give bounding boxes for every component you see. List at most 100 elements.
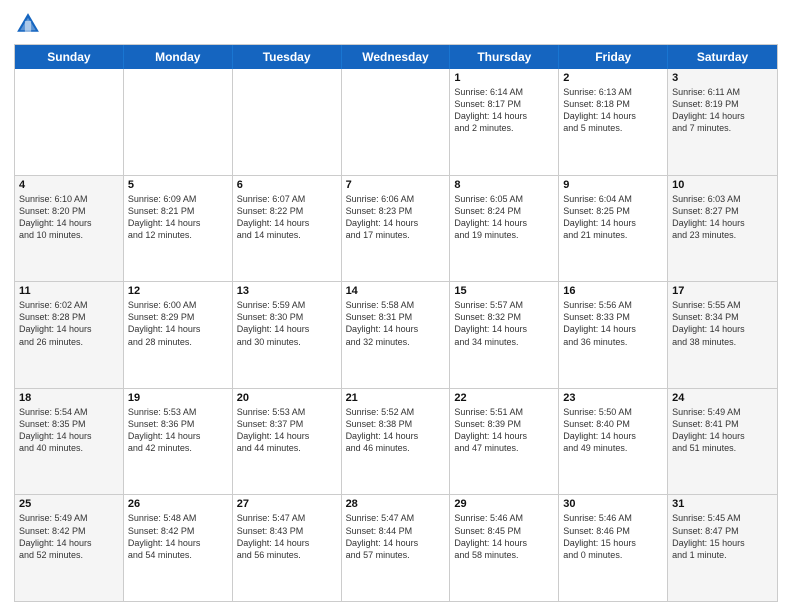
page: SundayMondayTuesdayWednesdayThursdayFrid… <box>0 0 792 612</box>
day-cell-19: 19 Sunrise: 5:53 AM Sunset: 8:36 PM Dayli… <box>124 389 233 495</box>
day-info: Sunrise: 5:57 AM Sunset: 8:32 PM Dayligh… <box>454 299 554 348</box>
day-cell-23: 23 Sunrise: 5:50 AM Sunset: 8:40 PM Dayli… <box>559 389 668 495</box>
day-cell-26: 26Sunrise: 5:48 AM Sunset: 8:42 PM Dayli… <box>124 495 233 601</box>
day-cell-6: 6 Sunrise: 6:07 AM Sunset: 8:22 PM Daylig… <box>233 176 342 282</box>
day-info: Sunrise: 6:02 AM Sunset: 8:28 PM Dayligh… <box>19 299 119 348</box>
day-info: Sunrise: 5:45 AM Sunset: 8:47 PM Dayligh… <box>672 512 773 561</box>
calendar-header: SundayMondayTuesdayWednesdayThursdayFrid… <box>15 45 777 69</box>
day-cell-5: 5 Sunrise: 6:09 AM Sunset: 8:21 PM Daylig… <box>124 176 233 282</box>
day-cell-16: 16 Sunrise: 5:56 AM Sunset: 8:33 PM Dayli… <box>559 282 668 388</box>
day-info: Sunrise: 5:54 AM Sunset: 8:35 PM Dayligh… <box>19 406 119 455</box>
day-cell-12: 12 Sunrise: 6:00 AM Sunset: 8:29 PM Dayli… <box>124 282 233 388</box>
day-cell-21: 21 Sunrise: 5:52 AM Sunset: 8:38 PM Dayli… <box>342 389 451 495</box>
day-cell-7: 7 Sunrise: 6:06 AM Sunset: 8:23 PM Daylig… <box>342 176 451 282</box>
day-info: Sunrise: 5:49 AM Sunset: 8:41 PM Dayligh… <box>672 406 773 455</box>
day-info: Sunrise: 6:10 AM Sunset: 8:20 PM Dayligh… <box>19 193 119 242</box>
day-cell-10: 10 Sunrise: 6:03 AM Sunset: 8:27 PM Dayli… <box>668 176 777 282</box>
day-info: Sunrise: 5:49 AM Sunset: 8:42 PM Dayligh… <box>19 512 119 561</box>
day-number: 12 <box>128 285 228 297</box>
day-number: 20 <box>237 392 337 404</box>
day-info: Sunrise: 6:05 AM Sunset: 8:24 PM Dayligh… <box>454 193 554 242</box>
day-info: Sunrise: 5:47 AM Sunset: 8:44 PM Dayligh… <box>346 512 446 561</box>
day-info: Sunrise: 5:59 AM Sunset: 8:30 PM Dayligh… <box>237 299 337 348</box>
day-info: Sunrise: 6:00 AM Sunset: 8:29 PM Dayligh… <box>128 299 228 348</box>
day-info: Sunrise: 6:04 AM Sunset: 8:25 PM Dayligh… <box>563 193 663 242</box>
logo-icon <box>14 10 42 38</box>
header-cell-thursday: Thursday <box>450 45 559 69</box>
day-cell-4: 4 Sunrise: 6:10 AM Sunset: 8:20 PM Daylig… <box>15 176 124 282</box>
day-number: 22 <box>454 392 554 404</box>
day-cell-20: 20Sunrise: 5:53 AM Sunset: 8:37 PM Dayli… <box>233 389 342 495</box>
header-cell-monday: Monday <box>124 45 233 69</box>
calendar-row-2: 4 Sunrise: 6:10 AM Sunset: 8:20 PM Daylig… <box>15 176 777 283</box>
day-number: 17 <box>672 285 773 297</box>
day-number: 1 <box>454 72 554 84</box>
day-info: Sunrise: 5:56 AM Sunset: 8:33 PM Dayligh… <box>563 299 663 348</box>
day-cell-empty <box>124 69 233 175</box>
calendar: SundayMondayTuesdayWednesdayThursdayFrid… <box>14 44 778 602</box>
day-cell-13: 13 Sunrise: 5:59 AM Sunset: 8:30 PM Dayli… <box>233 282 342 388</box>
day-number: 16 <box>563 285 663 297</box>
day-number: 6 <box>237 179 337 191</box>
day-number: 23 <box>563 392 663 404</box>
day-info: Sunrise: 5:47 AM Sunset: 8:43 PM Dayligh… <box>237 512 337 561</box>
day-cell-17: 17 Sunrise: 5:55 AM Sunset: 8:34 PM Dayli… <box>668 282 777 388</box>
day-info: Sunrise: 5:53 AM Sunset: 8:36 PM Dayligh… <box>128 406 228 455</box>
day-cell-empty <box>15 69 124 175</box>
day-info: Sunrise: 5:55 AM Sunset: 8:34 PM Dayligh… <box>672 299 773 348</box>
day-cell-25: 25 Sunrise: 5:49 AM Sunset: 8:42 PM Dayli… <box>15 495 124 601</box>
day-info: Sunrise: 5:46 AM Sunset: 8:46 PM Dayligh… <box>563 512 663 561</box>
day-cell-30: 30 Sunrise: 5:46 AM Sunset: 8:46 PM Dayli… <box>559 495 668 601</box>
day-number: 29 <box>454 498 554 510</box>
day-info: Sunrise: 5:50 AM Sunset: 8:40 PM Dayligh… <box>563 406 663 455</box>
day-number: 13 <box>237 285 337 297</box>
day-number: 3 <box>672 72 773 84</box>
day-info: Sunrise: 6:06 AM Sunset: 8:23 PM Dayligh… <box>346 193 446 242</box>
day-number: 19 <box>128 392 228 404</box>
day-number: 30 <box>563 498 663 510</box>
day-number: 2 <box>563 72 663 84</box>
day-cell-22: 22 Sunrise: 5:51 AM Sunset: 8:39 PM Dayli… <box>450 389 559 495</box>
day-number: 25 <box>19 498 119 510</box>
day-cell-9: 9 Sunrise: 6:04 AM Sunset: 8:25 PM Daylig… <box>559 176 668 282</box>
calendar-body: 1 Sunrise: 6:14 AM Sunset: 8:17 PM Daylig… <box>15 69 777 601</box>
day-number: 21 <box>346 392 446 404</box>
day-cell-18: 18 Sunrise: 5:54 AM Sunset: 8:35 PM Dayli… <box>15 389 124 495</box>
day-info: Sunrise: 6:14 AM Sunset: 8:17 PM Dayligh… <box>454 86 554 135</box>
day-cell-empty <box>342 69 451 175</box>
day-number: 15 <box>454 285 554 297</box>
day-info: Sunrise: 5:58 AM Sunset: 8:31 PM Dayligh… <box>346 299 446 348</box>
logo <box>14 10 46 38</box>
day-cell-14: 14 Sunrise: 5:58 AM Sunset: 8:31 PM Dayli… <box>342 282 451 388</box>
day-number: 10 <box>672 179 773 191</box>
day-number: 11 <box>19 285 119 297</box>
day-number: 7 <box>346 179 446 191</box>
calendar-row-4: 18 Sunrise: 5:54 AM Sunset: 8:35 PM Dayli… <box>15 389 777 496</box>
day-number: 24 <box>672 392 773 404</box>
day-number: 14 <box>346 285 446 297</box>
day-info: Sunrise: 6:09 AM Sunset: 8:21 PM Dayligh… <box>128 193 228 242</box>
header-cell-sunday: Sunday <box>15 45 124 69</box>
calendar-row-1: 1 Sunrise: 6:14 AM Sunset: 8:17 PM Daylig… <box>15 69 777 176</box>
day-number: 9 <box>563 179 663 191</box>
header <box>14 10 778 38</box>
day-number: 28 <box>346 498 446 510</box>
day-info: Sunrise: 5:52 AM Sunset: 8:38 PM Dayligh… <box>346 406 446 455</box>
day-cell-3: 3Sunrise: 6:11 AM Sunset: 8:19 PM Daylig… <box>668 69 777 175</box>
day-number: 18 <box>19 392 119 404</box>
day-number: 4 <box>19 179 119 191</box>
day-info: Sunrise: 6:03 AM Sunset: 8:27 PM Dayligh… <box>672 193 773 242</box>
day-info: Sunrise: 5:51 AM Sunset: 8:39 PM Dayligh… <box>454 406 554 455</box>
day-cell-29: 29 Sunrise: 5:46 AM Sunset: 8:45 PM Dayli… <box>450 495 559 601</box>
day-number: 31 <box>672 498 773 510</box>
header-cell-friday: Friday <box>559 45 668 69</box>
day-cell-24: 24 Sunrise: 5:49 AM Sunset: 8:41 PM Dayli… <box>668 389 777 495</box>
header-cell-saturday: Saturday <box>668 45 777 69</box>
header-cell-wednesday: Wednesday <box>342 45 451 69</box>
day-info: Sunrise: 5:46 AM Sunset: 8:45 PM Dayligh… <box>454 512 554 561</box>
day-cell-15: 15 Sunrise: 5:57 AM Sunset: 8:32 PM Dayli… <box>450 282 559 388</box>
day-info: Sunrise: 5:48 AM Sunset: 8:42 PM Dayligh… <box>128 512 228 561</box>
day-info: Sunrise: 6:07 AM Sunset: 8:22 PM Dayligh… <box>237 193 337 242</box>
day-cell-8: 8Sunrise: 6:05 AM Sunset: 8:24 PM Daylig… <box>450 176 559 282</box>
day-number: 5 <box>128 179 228 191</box>
